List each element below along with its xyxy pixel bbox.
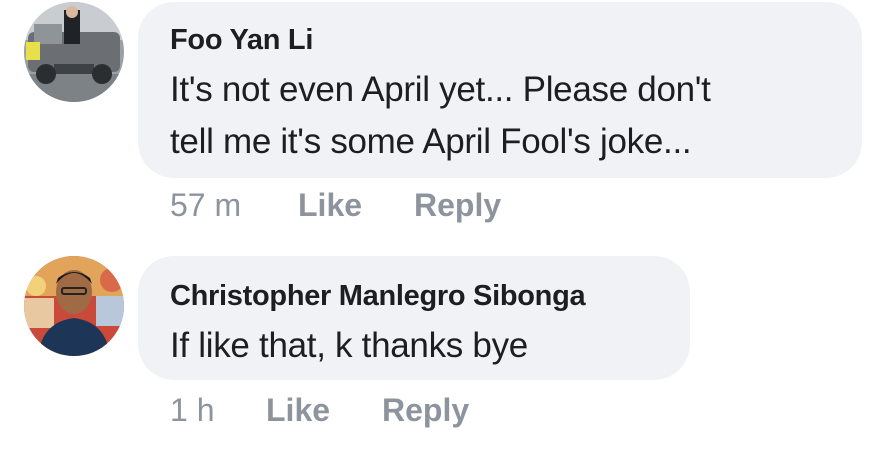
avatar[interactable] xyxy=(24,256,124,356)
comment-bubble: Foo Yan Li It's not even April yet... Pl… xyxy=(138,2,862,178)
comment-item: Christopher Manlegro Sibonga If like tha… xyxy=(0,250,888,454)
comment-actions: 57 m Like Reply xyxy=(170,187,570,227)
author-name[interactable]: Foo Yan Li xyxy=(170,24,313,57)
avatar[interactable] xyxy=(24,2,124,102)
comment-text-line: If like that, k thanks bye xyxy=(170,326,528,365)
comment-text-line: It's not even April yet... Please don't xyxy=(170,70,711,109)
reply-button[interactable]: Reply xyxy=(414,187,501,224)
like-button[interactable]: Like xyxy=(266,392,330,429)
comment-text-line: tell me it's some April Fool's joke... xyxy=(170,122,692,161)
author-name[interactable]: Christopher Manlegro Sibonga xyxy=(170,280,586,313)
comment-actions: 1 h Like Reply xyxy=(170,392,570,432)
comment-item: Foo Yan Li It's not even April yet... Pl… xyxy=(0,0,888,230)
avatar-photo xyxy=(24,2,124,102)
avatar-photo xyxy=(24,256,124,356)
reply-button[interactable]: Reply xyxy=(382,392,469,429)
comment-timestamp: 57 m xyxy=(170,187,242,223)
comment-bubble: Christopher Manlegro Sibonga If like tha… xyxy=(138,256,690,380)
like-button[interactable]: Like xyxy=(298,187,362,224)
comment-timestamp: 1 h xyxy=(170,392,215,428)
